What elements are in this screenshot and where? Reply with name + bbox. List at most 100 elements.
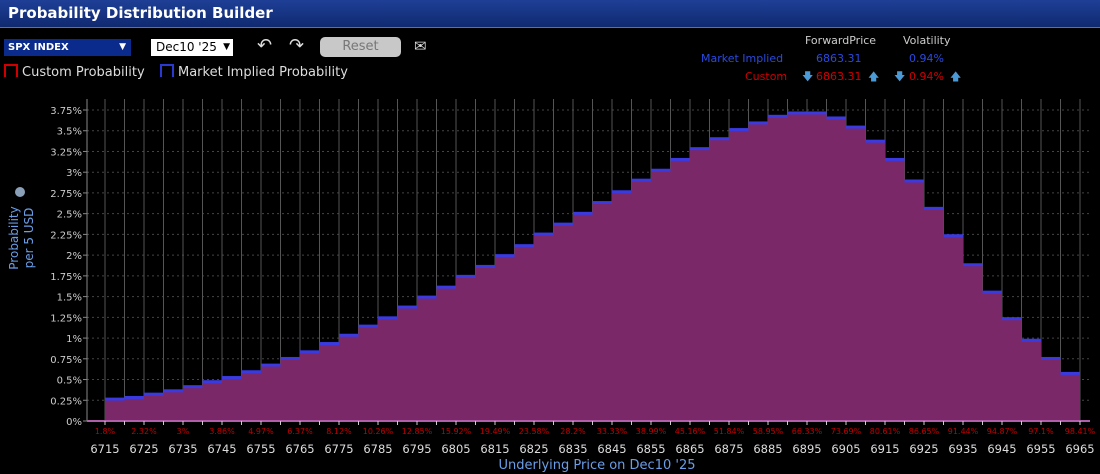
probability-bar (904, 180, 924, 421)
y-tick-label: 1.25% (50, 313, 82, 324)
probability-bar (592, 202, 612, 421)
cumulative-probability-label: 8.12% (326, 427, 352, 436)
probability-bar (826, 117, 846, 422)
cumulative-probability-label: 94.87% (987, 427, 1018, 436)
probability-bar (202, 381, 222, 421)
probability-bar (495, 255, 515, 421)
market-implied-bar-top (904, 179, 924, 183)
market-implied-bar-top (495, 254, 515, 258)
market-implied-bar-top (885, 157, 905, 161)
y-tick-label: 0.5% (57, 376, 82, 387)
market-implied-bar-top (807, 111, 827, 115)
probability-bar (124, 396, 144, 421)
market-implied-bar-top (553, 222, 573, 226)
x-tick-label: 6845 (597, 442, 626, 456)
y-tick-label: 3% (66, 168, 82, 179)
y-tick-label: 1% (66, 334, 82, 345)
market-implied-bar-top (475, 264, 495, 268)
x-tick-label: 6745 (207, 442, 236, 456)
cumulative-probability-label: 3% (177, 427, 190, 436)
x-tick-label: 6965 (1065, 442, 1094, 456)
cumulative-probability-label: 12.85% (402, 427, 433, 436)
probability-bar (280, 357, 300, 421)
probability-bar (339, 334, 359, 421)
cumulative-probability-label: 10.26% (363, 427, 394, 436)
probability-bar (417, 296, 437, 421)
probability-bar (456, 275, 476, 421)
probability-chart[interactable]: 0% 0.25% 0.5% 0.75% 1% 1.25% 1.5% 1.75% 2% 2.25% 2… (0, 0, 1100, 474)
y-tick-label: 3.25% (50, 147, 82, 158)
market-implied-bar-top (1060, 371, 1080, 375)
y-tick-label: 0.25% (50, 396, 82, 407)
probability-bar (651, 169, 671, 421)
market-implied-bar-top (202, 380, 222, 384)
market-implied-bar-top (865, 139, 885, 143)
help-icon[interactable] (15, 187, 25, 197)
x-tick-label: 6735 (168, 442, 197, 456)
probability-bar (612, 191, 632, 421)
x-tick-label: 6775 (324, 442, 353, 456)
cumulative-probability-label: 28.2% (560, 427, 586, 436)
market-implied-bar-top (436, 285, 456, 289)
cumulative-probability-label: 15.92% (441, 427, 472, 436)
probability-bar (436, 286, 456, 421)
cumulative-probability-label: 91.44% (948, 427, 979, 436)
market-implied-bar-top (787, 111, 807, 115)
market-implied-bar-top (924, 206, 944, 210)
probability-bar (690, 148, 710, 421)
probability-bar (787, 112, 807, 421)
probability-bar (534, 233, 554, 421)
market-implied-bar-top (768, 114, 788, 118)
x-tick-label: 6815 (480, 442, 509, 456)
cumulative-probability-label: 66.33% (792, 427, 823, 436)
y-tick-label: 2.25% (50, 230, 82, 241)
x-tick-label: 6955 (1026, 442, 1055, 456)
market-implied-bar-top (163, 389, 183, 393)
probability-bar (261, 364, 281, 421)
cumulative-probability-label: 23.58% (519, 427, 550, 436)
market-implied-bar-top (183, 385, 203, 389)
cumulative-probability-label: 6.37% (287, 427, 313, 436)
cumulative-probability-label: 97.1% (1028, 427, 1054, 436)
market-implied-bar-top (339, 333, 359, 337)
market-implied-bar-top (729, 128, 749, 132)
y-tick-label: 1.5% (57, 293, 82, 304)
probability-bar (1060, 372, 1080, 421)
cumulative-probability-label: 58.95% (753, 427, 784, 436)
x-tick-label: 6875 (714, 442, 743, 456)
x-tick-label: 6895 (792, 442, 821, 456)
probability-bar (397, 306, 417, 421)
x-tick-label: 6785 (363, 442, 392, 456)
probability-bar (1041, 357, 1061, 421)
x-tick-label: 6765 (285, 442, 314, 456)
market-implied-bar-top (261, 363, 281, 367)
x-tick-label: 6855 (636, 442, 665, 456)
market-implied-bar-top (358, 324, 378, 328)
probability-bar (378, 317, 398, 421)
x-tick-label: 6935 (948, 442, 977, 456)
market-implied-bar-top (982, 290, 1002, 294)
probability-bar (631, 179, 651, 421)
probability-bar (729, 129, 749, 422)
x-tick-label: 6755 (246, 442, 275, 456)
probability-bar (475, 265, 495, 421)
probability-bar (748, 122, 768, 421)
y-axis-title: per 5 USD (22, 208, 36, 269)
probability-bar (1021, 339, 1041, 421)
market-implied-bar-top (963, 263, 983, 267)
cumulative-probability-label: 80.61% (870, 427, 901, 436)
market-implied-bar-top (456, 274, 476, 278)
market-implied-bar-top (612, 190, 632, 194)
market-implied-bar-top (280, 356, 300, 360)
probability-bar (768, 115, 788, 422)
probability-bar (924, 207, 944, 421)
probability-bar (514, 245, 534, 421)
y-tick-label: 0% (66, 417, 82, 428)
probability-bar (553, 223, 573, 421)
y-tick-label: 2.75% (50, 189, 82, 200)
market-implied-bar-top (592, 201, 612, 205)
cumulative-probability-label: 19.49% (480, 427, 511, 436)
cumulative-probability-label: 3.86% (209, 427, 235, 436)
probability-bar (982, 291, 1002, 421)
market-implied-bar-top (826, 116, 846, 120)
